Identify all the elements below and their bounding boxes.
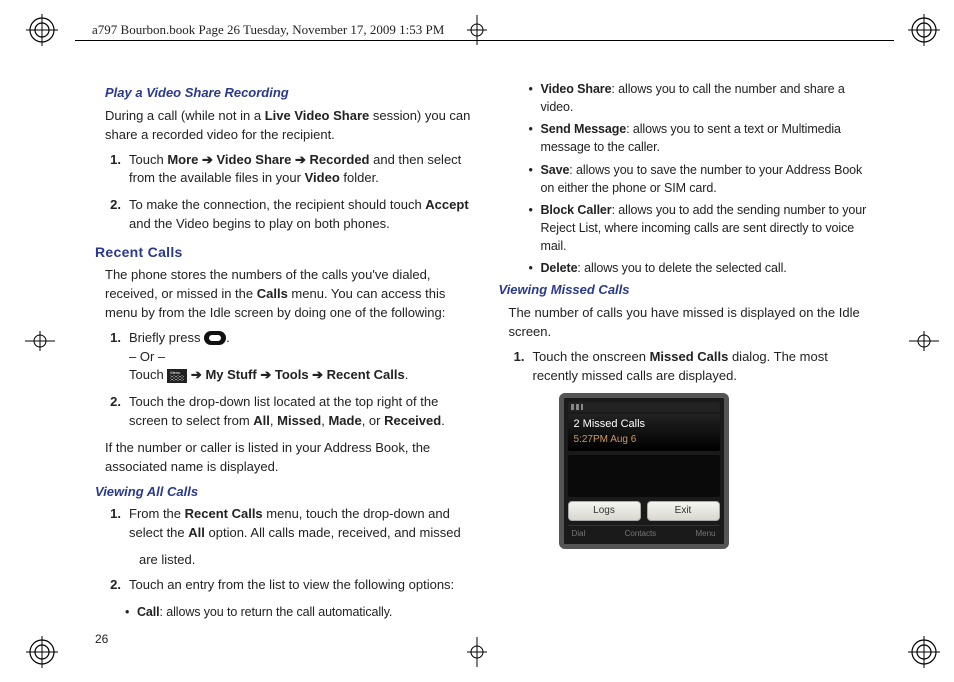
para-missed-intro: The number of calls you have missed is d… <box>509 304 875 342</box>
phone-missed-time: 5:27PM Aug 6 <box>574 433 714 448</box>
recent-step-1: 1. Briefly press . – Or – Touch ➔ My Stu… <box>105 329 471 386</box>
viewall-step-1: 1. From the Recent Calls menu, touch the… <box>105 505 471 543</box>
header-rule <box>75 40 894 41</box>
page-body: Play a Video Share Recording During a ca… <box>95 80 874 627</box>
heading-viewing-missed-calls: Viewing Missed Calls <box>499 281 875 300</box>
missed-step-1: 1. Touch the onscreen Missed Calls dialo… <box>509 348 875 386</box>
phone-softkey-menu: Menu <box>695 528 715 540</box>
viewall-step-2: 2. Touch an entry from the list to view … <box>105 576 471 595</box>
or-divider: – Or – <box>129 349 165 364</box>
play-step-1: 1. Touch More ➔ Video Share ➔ Recorded a… <box>105 151 471 189</box>
para-are-listed: are listed. <box>139 551 471 570</box>
play-step-2: 2. To make the connection, the recipient… <box>105 196 471 234</box>
phone-exit-button: Exit <box>647 501 720 522</box>
phone-empty-area <box>568 455 720 497</box>
phone-status-bar <box>568 402 720 412</box>
para-play-intro: During a call (while not in a Live Video… <box>105 107 471 145</box>
page-number: 26 <box>95 632 108 646</box>
heading-viewing-all-calls: Viewing All Calls <box>95 483 471 502</box>
phone-screenshot: 2 Missed Calls 5:27PM Aug 6 Logs Exit Di… <box>559 393 729 549</box>
para-recent-calls: The phone stores the numbers of the call… <box>105 266 471 323</box>
crop-mark-br <box>904 632 944 672</box>
opt-call: Call: allows you to return the call auto… <box>125 603 471 621</box>
menu-grid-icon <box>167 369 187 383</box>
crop-mark-bl <box>22 632 62 672</box>
crop-mid-left <box>25 326 55 356</box>
phone-missed-title: 2 Missed Calls <box>574 417 714 433</box>
phone-logs-button: Logs <box>568 501 641 522</box>
opt-send-message: Send Message: allows you to sent a text … <box>529 120 875 156</box>
crop-mid-right <box>909 326 939 356</box>
opt-block-caller: Block Caller: allows you to add the send… <box>529 201 875 255</box>
opt-save: Save: allows you to save the number to y… <box>529 161 875 197</box>
heading-recent-calls: Recent Calls <box>95 242 471 262</box>
opt-delete: Delete: allows you to delete the selecte… <box>529 259 875 277</box>
opt-video-share: Video Share: allows you to call the numb… <box>529 80 875 116</box>
recent-step-2: 2. Touch the drop-down list located at t… <box>105 393 471 431</box>
phone-softkey-dial: Dial <box>572 528 586 540</box>
crop-mid-bottom <box>462 637 492 667</box>
heading-play-video-share: Play a Video Share Recording <box>105 84 471 103</box>
header-text: a797 Bourbon.book Page 26 Tuesday, Novem… <box>88 14 448 46</box>
crop-mark-tr <box>904 10 944 50</box>
crop-mark-tl <box>22 10 62 50</box>
send-key-icon <box>204 331 226 345</box>
para-address-book: If the number or caller is listed in you… <box>105 439 471 477</box>
phone-softkey-contacts: Contacts <box>625 528 657 540</box>
